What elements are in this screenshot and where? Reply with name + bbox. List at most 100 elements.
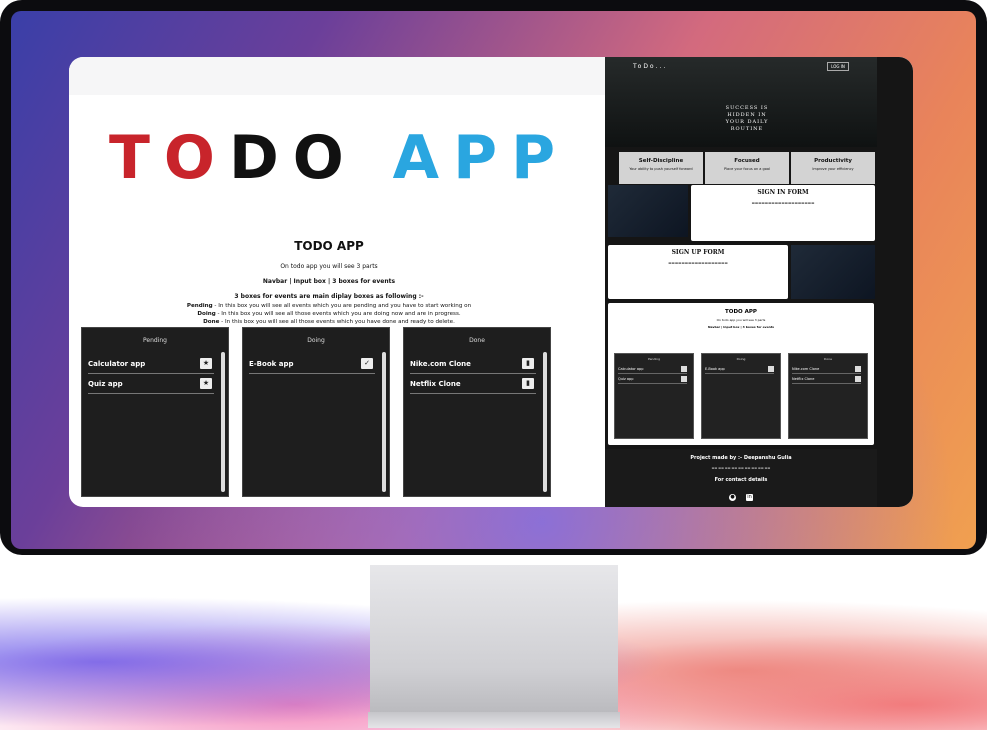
- preview-tagline: SUCCESS IS HIDDEN IN YOUR DAILY ROUTINE: [725, 105, 769, 132]
- signup-title: SIGN UP FORM: [671, 249, 725, 256]
- preview-login-button[interactable]: LOG IN: [827, 62, 849, 71]
- item-label: Calculator app: [88, 360, 146, 368]
- preview-hero: ToDo... LOG IN SUCCESS IS HIDDEN IN YOUR…: [605, 57, 877, 147]
- hero-word-to: TO: [109, 123, 229, 193]
- monitor-stand: [370, 565, 618, 715]
- done-label: Done: [203, 319, 220, 325]
- star-icon[interactable]: ★: [200, 358, 212, 369]
- item-label: Nike.com Clone: [792, 367, 820, 371]
- star-icon[interactable]: [681, 376, 687, 382]
- pending-label: Pending: [186, 303, 213, 309]
- linkedin-icon[interactable]: in: [746, 494, 753, 501]
- footer-contact: For contact details: [714, 477, 768, 483]
- item-label: Netflix Clone: [410, 380, 461, 388]
- doing-board-title: Doing: [307, 337, 325, 344]
- mini-done-board: Done Nike.com Clone Netflix Clone: [788, 353, 868, 439]
- signup-description: ▬▬▬▬▬▬▬▬▬▬▬▬▬▬▬▬▬▬: [668, 261, 728, 265]
- description-title: TODO APP: [294, 239, 364, 253]
- description-doing: Doing - In this box you will see all tho…: [149, 310, 509, 318]
- item-label: Calculator app: [618, 367, 644, 371]
- trash-icon[interactable]: ▮: [522, 358, 534, 369]
- hero-word-app: APP: [392, 123, 570, 193]
- list-item[interactable]: Quiz app ★: [88, 374, 214, 394]
- doing-board: Doing E-Book app ✓: [242, 327, 390, 497]
- mini-parts: Navbar | Input box | 3 boxes for events: [707, 325, 775, 329]
- scrollbar[interactable]: [382, 352, 386, 492]
- mini-board-title: Done: [824, 357, 832, 361]
- trash-icon[interactable]: [855, 376, 861, 382]
- done-board-title: Done: [469, 337, 485, 344]
- feature-title: Self-Discipline: [638, 158, 684, 164]
- list-item[interactable]: Nike.com Clone ▮: [410, 354, 536, 374]
- star-icon[interactable]: ★: [200, 378, 212, 389]
- item-label: Quiz app: [618, 377, 634, 381]
- check-icon[interactable]: ✓: [361, 358, 373, 369]
- trash-icon[interactable]: ▮: [522, 378, 534, 389]
- app-window: TODO APP TODO APP On todo app you will s…: [69, 57, 913, 507]
- feature-desc: Improve your efficiency: [812, 167, 854, 171]
- list-item[interactable]: Netflix Clone: [792, 374, 861, 384]
- github-icon[interactable]: ●: [729, 494, 736, 501]
- scrollbar[interactable]: [221, 352, 225, 492]
- footer-author: Project made by :- Deepanshu Gulia: [690, 455, 792, 461]
- feature-title: Productivity: [814, 158, 852, 164]
- list-item[interactable]: Netflix Clone ▮: [410, 374, 536, 394]
- mini-board-title: Pending: [648, 357, 660, 361]
- description-parts: Navbar | Input box | 3 boxes for events: [262, 278, 396, 285]
- mini-subtitle: On todo app you will see 3 parts: [716, 318, 766, 322]
- list-item[interactable]: E-Book app ✓: [249, 354, 375, 374]
- hero-title: TODO APP: [109, 123, 569, 193]
- check-icon[interactable]: [768, 366, 774, 372]
- feature-card: Self-Discipline Your ability to push your…: [619, 152, 703, 184]
- trash-icon[interactable]: [855, 366, 861, 372]
- description-pending: Pending - In this box you will see all e…: [149, 302, 509, 310]
- item-label: E-Book app: [249, 360, 294, 368]
- mini-title: TODO APP: [725, 309, 757, 315]
- pending-board-title: Pending: [143, 337, 167, 344]
- done-board: Done Nike.com Clone ▮ Netflix Clone ▮: [403, 327, 551, 497]
- scrollbar[interactable]: [543, 352, 547, 492]
- feature-desc: Your ability to push yourself forward: [629, 167, 693, 171]
- description-done: Done - In this box you will see all thos…: [149, 318, 509, 326]
- preview-logo: ToDo...: [633, 63, 668, 70]
- list-item[interactable]: Nike.com Clone: [792, 364, 861, 374]
- mini-board-title: Doing: [736, 357, 746, 361]
- list-item[interactable]: Quiz app: [618, 374, 687, 384]
- preview-footer: Project made by :- Deepanshu Gulia ▬▬ ▬▬…: [605, 449, 877, 507]
- pending-board: Pending Calculator app ★ Quiz app ★: [81, 327, 229, 497]
- doing-text: - In this box you will see all those eve…: [215, 311, 461, 317]
- star-icon[interactable]: [681, 366, 687, 372]
- feature-card: Focused Place your focus on a goal: [705, 152, 789, 184]
- doing-label: Doing: [197, 311, 216, 317]
- signin-title: SIGN IN FORM: [757, 189, 809, 196]
- mini-doing-board: Doing E-Book app: [701, 353, 781, 439]
- hero-letter-o: O: [292, 123, 358, 193]
- hero-letter-d: D: [228, 123, 293, 193]
- feature-title: Focused: [734, 158, 760, 164]
- monitor-base: [368, 712, 620, 728]
- signin-card: SIGN IN FORM ▬▬▬▬▬▬▬▬▬▬▬▬▬▬▬▬▬▬▬: [691, 185, 875, 241]
- list-item[interactable]: Calculator app: [618, 364, 687, 374]
- item-label: Quiz app: [88, 380, 123, 388]
- signin-thumbnail: [608, 185, 688, 237]
- description-subtitle: On todo app you will see 3 parts: [280, 263, 378, 270]
- app-description: TODO APP On todo app you will see 3 part…: [149, 239, 509, 326]
- description-boxes-title: 3 boxes for events are main diplay boxes…: [234, 293, 424, 300]
- mini-pending-board: Pending Calculator app Quiz app: [614, 353, 694, 439]
- list-item[interactable]: Calculator app ★: [88, 354, 214, 374]
- signin-description: ▬▬▬▬▬▬▬▬▬▬▬▬▬▬▬▬▬▬▬: [751, 201, 815, 205]
- item-label: Netflix Clone: [792, 377, 815, 381]
- signup-card: SIGN UP FORM ▬▬▬▬▬▬▬▬▬▬▬▬▬▬▬▬▬▬: [608, 245, 788, 299]
- item-label: Nike.com Clone: [410, 360, 471, 368]
- site-preview: ToDo... LOG IN SUCCESS IS HIDDEN IN YOUR…: [605, 57, 913, 507]
- feature-card: Productivity Improve your efficiency: [791, 152, 875, 184]
- monitor-scene: TODO APP TODO APP On todo app you will s…: [0, 0, 987, 730]
- item-label: E-Book app: [705, 367, 725, 371]
- pending-text: - In this box you will see all events wh…: [212, 303, 472, 309]
- done-text: - In this box you will see all those eve…: [219, 319, 455, 325]
- feature-desc: Place your focus on a goal: [723, 167, 771, 171]
- signup-thumbnail: [791, 245, 875, 299]
- list-item[interactable]: E-Book app: [705, 364, 774, 374]
- preview-todo-section: TODO APP On todo app you will see 3 part…: [608, 303, 874, 445]
- footer-skills: ▬▬ ▬▬ ▬▬ ▬▬ ▬▬ ▬▬ ▬▬ ▬▬ ▬▬: [711, 466, 771, 470]
